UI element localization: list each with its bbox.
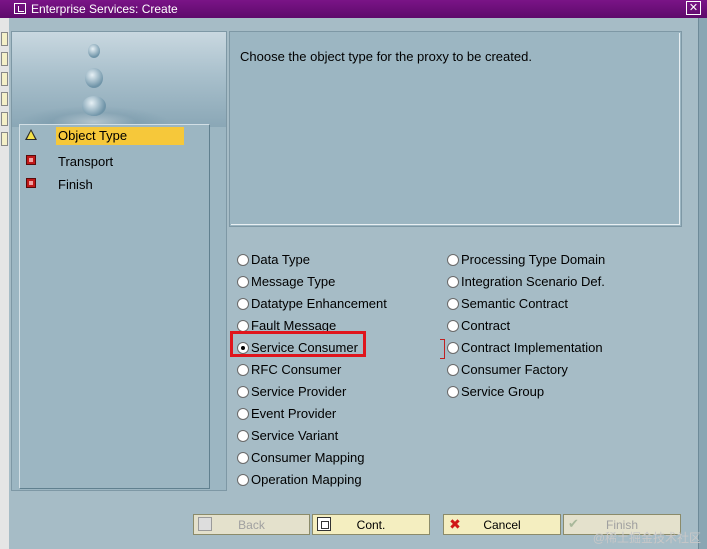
window-app-icon bbox=[14, 3, 26, 14]
step-item-object-type[interactable]: Object Type bbox=[20, 126, 200, 146]
radio-label: Contract bbox=[461, 318, 511, 333]
radio-circle[interactable] bbox=[447, 320, 459, 332]
radio-circle[interactable] bbox=[237, 430, 249, 442]
step-label: Transport bbox=[58, 154, 114, 169]
red-stop-icon bbox=[26, 178, 36, 188]
radio-circle[interactable] bbox=[237, 474, 249, 486]
radio-circle[interactable] bbox=[447, 364, 459, 376]
radio-circle[interactable] bbox=[237, 254, 249, 266]
radio-label: Service Variant bbox=[251, 428, 339, 443]
title-bar: Enterprise Services: Create ✕ bbox=[0, 0, 707, 18]
radio-label: Event Provider bbox=[251, 406, 337, 421]
radio-label: Operation Mapping bbox=[251, 472, 362, 487]
radio-label: RFC Consumer bbox=[251, 362, 342, 377]
step-list: Object Type Transport Finish bbox=[19, 124, 210, 489]
window-title: Enterprise Services: Create bbox=[31, 2, 178, 16]
background-window-edge bbox=[0, 18, 9, 549]
radio-label: Consumer Mapping bbox=[251, 450, 365, 465]
radio-label: Service Provider bbox=[251, 384, 347, 399]
cancel-button-label: Cancel bbox=[483, 518, 521, 532]
back-button-label: Back bbox=[238, 518, 265, 532]
instruction-panel: Choose the object type for the proxy to … bbox=[229, 31, 682, 227]
radio-circle[interactable] bbox=[447, 254, 459, 266]
wizard-steps-pane: Object Type Transport Finish bbox=[11, 31, 227, 491]
dialog-right-edge bbox=[698, 18, 707, 549]
radio-label: Contract Implementation bbox=[461, 340, 603, 355]
focus-bracket bbox=[440, 339, 445, 359]
water-drop-image bbox=[12, 32, 226, 127]
continue-button[interactable]: Cont. bbox=[312, 514, 430, 535]
radio-circle[interactable] bbox=[237, 386, 249, 398]
radio-circle[interactable] bbox=[237, 320, 249, 332]
step-label: Object Type bbox=[56, 127, 184, 145]
radio-label: Data Type bbox=[251, 252, 311, 267]
instruction-text: Choose the object type for the proxy to … bbox=[240, 49, 532, 64]
step-item-transport[interactable]: Transport bbox=[20, 151, 200, 171]
step-item-finish[interactable]: Finish bbox=[20, 174, 200, 194]
continue-button-label: Cont. bbox=[356, 518, 386, 532]
radio-circle[interactable] bbox=[447, 342, 459, 354]
radio-label: Processing Type Domain bbox=[461, 252, 606, 267]
radio-label: Semantic Contract bbox=[461, 296, 568, 311]
radio-circle[interactable] bbox=[237, 364, 249, 376]
radio-label: Fault Message bbox=[251, 318, 337, 333]
radio-label: Service Consumer bbox=[251, 340, 358, 355]
close-button[interactable]: ✕ bbox=[686, 1, 701, 15]
radio-circle[interactable] bbox=[237, 298, 249, 310]
watermark-text: @稀土掘金技术社区 bbox=[592, 531, 701, 545]
radio-circle[interactable] bbox=[447, 298, 459, 310]
radio-circle[interactable] bbox=[237, 452, 249, 464]
radio-label: Datatype Enhancement bbox=[251, 296, 387, 311]
radio-circle[interactable] bbox=[447, 386, 459, 398]
radio-circle[interactable] bbox=[237, 408, 249, 420]
warning-triangle-icon bbox=[25, 129, 37, 140]
step-label: Finish bbox=[58, 177, 93, 192]
cancel-button[interactable]: ✖ Cancel bbox=[443, 514, 561, 535]
red-stop-icon bbox=[26, 155, 36, 165]
radio-label: Integration Scenario Def. bbox=[461, 274, 605, 289]
radio-label: Consumer Factory bbox=[461, 362, 568, 377]
radio-label: Service Group bbox=[461, 384, 545, 399]
back-button[interactable]: Back bbox=[193, 514, 310, 535]
radio-circle-selected[interactable] bbox=[237, 342, 249, 354]
radio-circle[interactable] bbox=[447, 276, 459, 288]
radio-label: Message Type bbox=[251, 274, 336, 289]
radio-circle[interactable] bbox=[237, 276, 249, 288]
